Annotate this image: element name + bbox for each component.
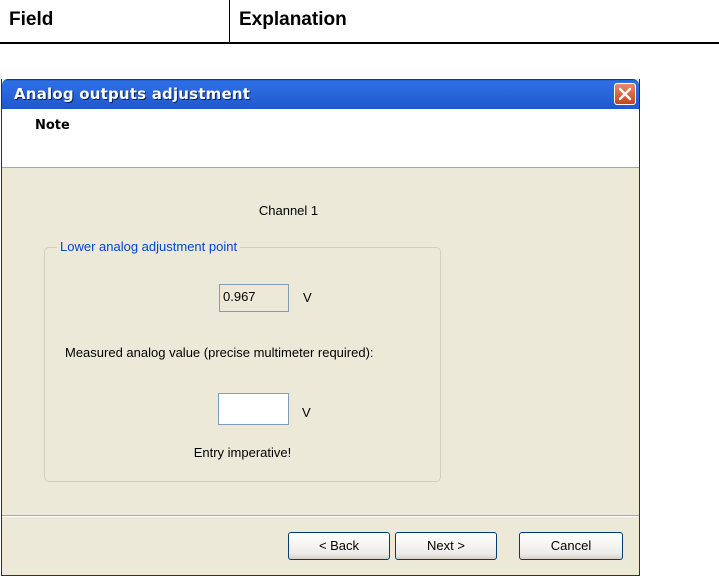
wizard-header: Note <box>2 109 639 168</box>
dialog-title: Analog outputs adjustment <box>14 85 251 103</box>
column-divider <box>229 0 230 44</box>
field-column-header: Field <box>9 9 54 30</box>
cancel-button[interactable]: Cancel <box>519 532 623 560</box>
explanation-column-header: Explanation <box>239 9 347 30</box>
channel-label-row: Channel 1 <box>2 203 639 218</box>
current-value-field: 0.967 <box>219 284 289 312</box>
document-table-header: Field Explanation <box>0 0 719 44</box>
footer-separator <box>2 515 639 517</box>
title-bar[interactable]: Analog outputs adjustment <box>2 79 639 109</box>
entry-required-note: Entry imperative! <box>193 445 292 460</box>
back-button[interactable]: < Back <box>288 532 390 560</box>
measured-value-input[interactable] <box>218 393 289 425</box>
group-title: Lower analog adjustment point <box>57 239 241 254</box>
close-button[interactable] <box>614 83 636 105</box>
close-icon <box>618 87 632 101</box>
measured-value-unit: V <box>302 405 311 420</box>
next-button[interactable]: Next > <box>395 532 497 560</box>
lower-adjustment-group: Lower analog adjustment point 0.967 V Me… <box>44 239 441 482</box>
header-underline <box>0 42 719 44</box>
analog-outputs-adjustment-dialog: Analog outputs adjustment Note Channel 1… <box>1 79 640 576</box>
current-value-unit: V <box>303 290 312 305</box>
channel-label: Channel 1 <box>258 203 319 218</box>
wizard-header-title: Note <box>35 118 70 133</box>
measured-value-label: Measured analog value (precise multimete… <box>65 345 374 360</box>
